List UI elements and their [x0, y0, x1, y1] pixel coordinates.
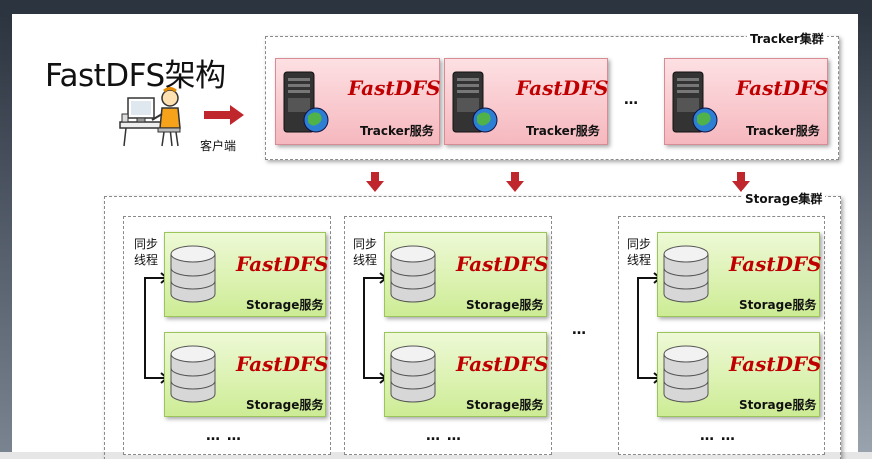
- storage-service-label: Storage服务: [246, 398, 324, 412]
- sync-thread-arrow: [139, 270, 169, 386]
- server-globe-icon: [449, 68, 507, 140]
- tracker-to-storage-arrow: [732, 172, 750, 192]
- tracker-service-label: Tracker服务: [360, 124, 434, 138]
- window-right-border: [858, 14, 872, 459]
- database-disk-icon: [661, 244, 711, 304]
- tracker-service-label: Tracker服务: [526, 124, 600, 138]
- storage-groups-ellipsis: …: [572, 322, 587, 338]
- server-globe-icon: [280, 68, 338, 140]
- database-disk-icon: [388, 244, 438, 304]
- storage-brand-label: FastDFS: [236, 252, 329, 276]
- tracker-ellipsis: …: [624, 92, 639, 108]
- storage-group-ellipsis: … …: [206, 428, 242, 444]
- tracker-to-storage-arrow: [366, 172, 384, 192]
- tracker-brand-label: FastDFS: [736, 76, 829, 100]
- storage-brand-label: FastDFS: [729, 352, 822, 376]
- sync-thread-label: 同步 线程: [134, 237, 159, 267]
- storage-brand-label: FastDFS: [456, 352, 549, 376]
- sync-thread-label: 同步 线程: [353, 237, 378, 267]
- storage-service-label: Storage服务: [739, 298, 817, 312]
- server-globe-icon: [669, 68, 727, 140]
- sync-thread-arrow: [358, 270, 388, 386]
- storage-brand-label: FastDFS: [236, 352, 329, 376]
- storage-brand-label: FastDFS: [729, 252, 822, 276]
- tracker-service-label: Tracker服务: [746, 124, 820, 138]
- client-to-tracker-arrow: [204, 105, 244, 125]
- tracker-to-storage-arrow: [506, 172, 524, 192]
- tracker-brand-label: FastDFS: [516, 76, 609, 100]
- storage-service-label: Storage服务: [466, 398, 544, 412]
- database-disk-icon: [168, 244, 218, 304]
- database-disk-icon: [388, 344, 438, 404]
- sync-thread-arrow: [632, 270, 662, 386]
- storage-service-label: Storage服务: [246, 298, 324, 312]
- client-computer-icon: [118, 84, 190, 148]
- window-top-bar: [0, 0, 872, 14]
- database-disk-icon: [168, 344, 218, 404]
- storage-group-ellipsis: … …: [426, 428, 462, 444]
- tracker-brand-label: FastDFS: [348, 76, 441, 100]
- storage-service-label: Storage服务: [739, 398, 817, 412]
- storage-group-ellipsis: … …: [700, 428, 736, 444]
- database-disk-icon: [661, 344, 711, 404]
- storage-service-label: Storage服务: [466, 298, 544, 312]
- window-left-border: [0, 14, 12, 459]
- client-label: 客户端: [200, 139, 237, 153]
- fastdfs-architecture-diagram: FastDFS架构 客户端 Tracker集群 FastDFS Tracker服…: [0, 0, 872, 459]
- storage-cluster-label: Storage集群: [742, 190, 826, 207]
- sync-thread-label: 同步 线程: [627, 237, 652, 267]
- storage-brand-label: FastDFS: [456, 252, 549, 276]
- tracker-cluster-label: Tracker集群: [747, 30, 827, 47]
